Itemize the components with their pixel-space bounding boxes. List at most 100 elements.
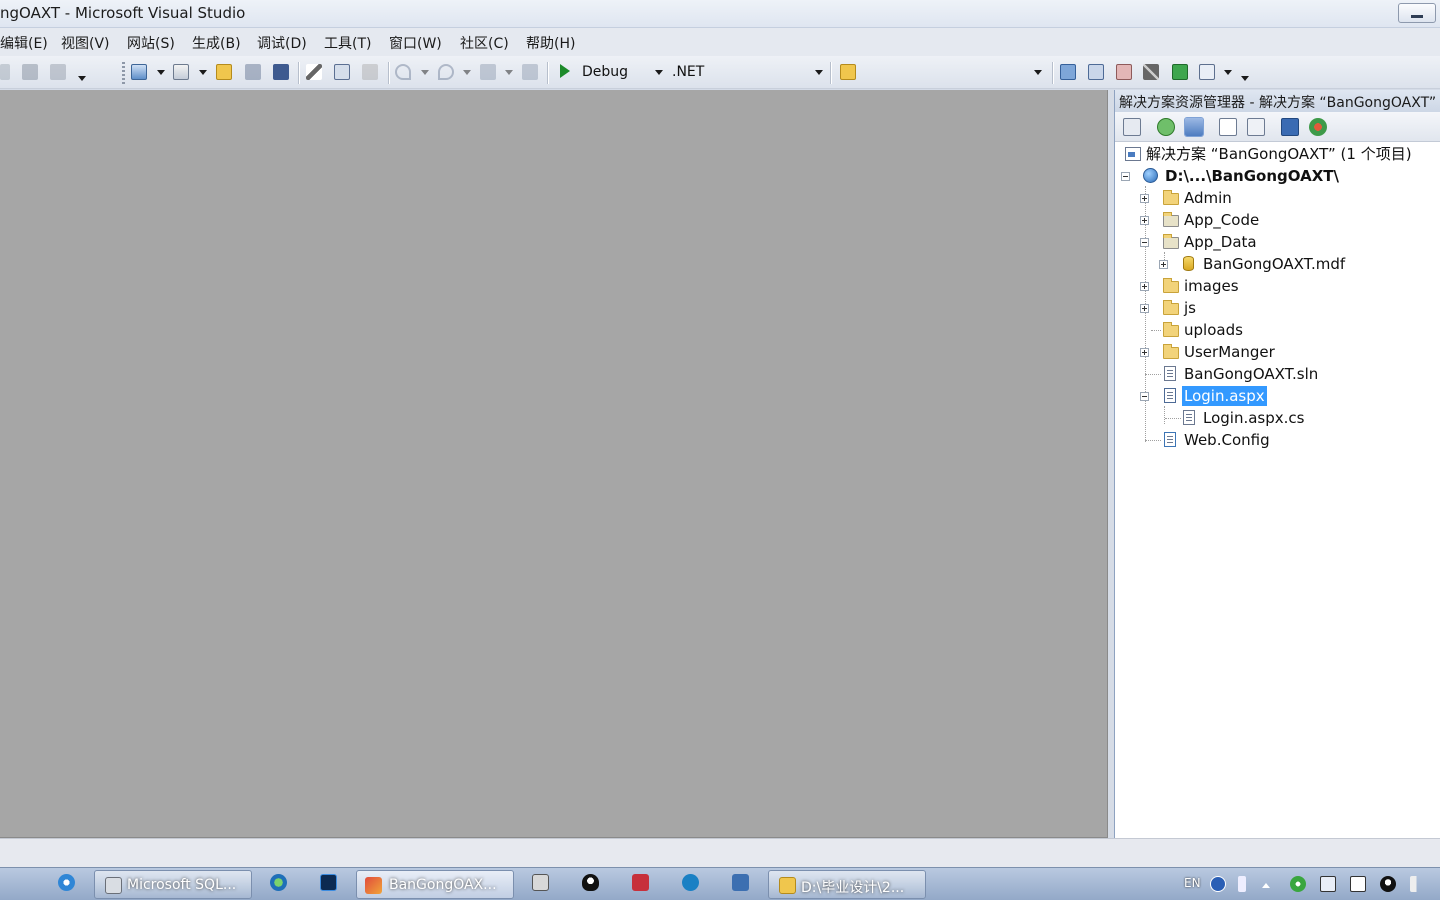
ime-icon[interactable] — [1238, 876, 1246, 892]
properties-icon[interactable] — [1088, 64, 1104, 80]
menu-view[interactable]: 视图(V) — [61, 33, 110, 53]
folder-icon — [1163, 322, 1179, 337]
start-page-icon[interactable] — [1172, 64, 1188, 80]
camera-icon[interactable] — [532, 874, 549, 891]
add-item-icon[interactable] — [173, 64, 189, 80]
qq-tray-icon[interactable] — [1380, 876, 1396, 892]
toolbar-overflow-icon[interactable] — [78, 76, 86, 81]
expand-icon[interactable] — [1140, 282, 1149, 291]
tree-item-uploads[interactable]: uploads — [1140, 320, 1430, 340]
volume-icon[interactable] — [1410, 876, 1426, 892]
view-designer-icon[interactable] — [1247, 118, 1265, 136]
show-hidden-icons-icon[interactable] — [1262, 883, 1270, 888]
tree-item-usermanger[interactable]: UserManger — [1140, 342, 1430, 362]
find-in-files-icon[interactable] — [840, 64, 856, 80]
new-project-icon[interactable] — [131, 64, 147, 80]
app-red-icon[interactable] — [632, 874, 649, 891]
add-item-dropdown-icon[interactable] — [199, 70, 207, 75]
redo-icon[interactable] — [438, 64, 454, 80]
tree-item-images[interactable]: images — [1140, 276, 1430, 296]
task-sql-server[interactable]: Microsoft SQL... — [94, 870, 252, 899]
collapse-icon[interactable] — [1140, 392, 1149, 401]
language-indicator[interactable]: EN — [1184, 876, 1201, 890]
tree-item-js[interactable]: js — [1140, 298, 1430, 318]
cut-icon[interactable] — [306, 64, 322, 80]
save-all-icon[interactable] — [273, 64, 289, 80]
start-debugging-icon[interactable] — [560, 64, 570, 78]
toolbar-overflow-right-icon[interactable] — [1241, 76, 1249, 81]
undo-icon[interactable] — [395, 64, 411, 80]
qq-icon[interactable] — [582, 874, 599, 891]
find-dropdown-icon[interactable] — [1034, 70, 1042, 75]
collapse-icon[interactable] — [1121, 172, 1130, 181]
navigate-dropdown-icon[interactable] — [505, 70, 513, 75]
user-app-icon[interactable] — [732, 874, 749, 891]
properties-icon[interactable] — [1123, 118, 1141, 136]
platform-dropdown-icon[interactable] — [815, 70, 823, 75]
copy-icon[interactable] — [334, 64, 350, 80]
toolbar-partial-icon[interactable] — [0, 64, 10, 80]
paste-icon[interactable] — [362, 64, 378, 80]
expand-icon[interactable] — [1159, 260, 1168, 269]
task-label: D:\毕业设计\2... — [801, 880, 905, 896]
task-visual-studio[interactable]: BanGongOAX... — [356, 870, 514, 899]
refresh-icon[interactable] — [1157, 118, 1175, 136]
k-app-icon[interactable] — [682, 874, 699, 891]
tree-item-admin[interactable]: Admin — [1140, 188, 1430, 208]
tree-item-solution[interactable]: 解决方案 “BanGongOAXT” (1 个项目) — [1125, 144, 1435, 164]
task-explorer-folder[interactable]: D:\毕业设计\2... — [768, 870, 926, 899]
asp-net-configuration-icon[interactable] — [1309, 118, 1327, 136]
redo-dropdown-icon[interactable] — [463, 70, 471, 75]
photoshop-icon[interactable] — [320, 874, 337, 891]
tree-item-project[interactable]: D:\...\BanGongOAXT\ — [1121, 166, 1435, 186]
tree-item-app-code[interactable]: App_Code — [1140, 210, 1430, 230]
navigate-backward-icon[interactable] — [480, 64, 496, 80]
expand-icon[interactable] — [1140, 194, 1149, 203]
menu-community[interactable]: 社区(C) — [460, 33, 509, 53]
internet-explorer-icon[interactable] — [58, 874, 75, 891]
security-icon[interactable] — [1290, 876, 1306, 892]
save-icon[interactable] — [245, 64, 261, 80]
mail-icon[interactable] — [50, 64, 66, 80]
new-project-dropdown-icon[interactable] — [157, 70, 165, 75]
open-folder-icon[interactable] — [216, 64, 232, 80]
toolbar-grip[interactable] — [122, 62, 125, 84]
taskbar: Microsoft SQL... BanGongOAX... D:\毕业设计\2… — [0, 867, 1440, 900]
menu-tools[interactable]: 工具(T) — [324, 33, 371, 53]
tree-item-mdf[interactable]: BanGongOAXT.mdf — [1159, 254, 1439, 274]
undo-dropdown-icon[interactable] — [421, 70, 429, 75]
help-icon[interactable] — [1210, 876, 1226, 892]
config-dropdown-icon[interactable] — [655, 70, 663, 75]
print-icon[interactable] — [22, 64, 38, 80]
copy-website-icon[interactable] — [1281, 118, 1299, 136]
menu-debug[interactable]: 调试(D) — [257, 33, 307, 53]
toolbox-icon[interactable] — [1116, 64, 1132, 80]
solution-platform-select[interactable]: .NET — [672, 64, 704, 80]
nest-related-files-icon[interactable] — [1184, 117, 1204, 137]
expand-icon[interactable] — [1140, 348, 1149, 357]
power-icon[interactable] — [1350, 876, 1366, 892]
menu-window[interactable]: 窗口(W) — [389, 33, 442, 53]
tools-icon[interactable] — [1143, 64, 1159, 80]
solution-explorer-icon[interactable] — [1060, 64, 1076, 80]
window-layout-dropdown-icon[interactable] — [1224, 70, 1232, 75]
expand-icon[interactable] — [1140, 304, 1149, 313]
navigate-forward-icon[interactable] — [522, 64, 538, 80]
expand-icon[interactable] — [1140, 216, 1149, 225]
collapse-icon[interactable] — [1140, 238, 1149, 247]
tree-item-login-aspx[interactable]: Login.aspx — [1140, 386, 1430, 406]
window-layout-icon[interactable] — [1199, 64, 1215, 80]
minimize-button[interactable] — [1398, 3, 1436, 23]
solution-configuration-select[interactable]: Debug — [582, 64, 628, 80]
tree-item-web-config[interactable]: Web.Config — [1140, 430, 1430, 450]
browser-icon[interactable] — [270, 874, 287, 891]
menu-website[interactable]: 网站(S) — [127, 33, 175, 53]
tree-item-app-data[interactable]: App_Data — [1140, 232, 1430, 252]
tree-item-login-aspx-cs[interactable]: Login.aspx.cs — [1159, 408, 1439, 428]
view-code-icon[interactable] — [1219, 118, 1237, 136]
network-icon[interactable] — [1320, 876, 1336, 892]
menu-help[interactable]: 帮助(H) — [526, 33, 575, 53]
tree-item-sln-file[interactable]: BanGongOAXT.sln — [1140, 364, 1430, 384]
menu-edit[interactable]: 编辑(E) — [0, 33, 48, 53]
menu-build[interactable]: 生成(B) — [192, 33, 241, 53]
